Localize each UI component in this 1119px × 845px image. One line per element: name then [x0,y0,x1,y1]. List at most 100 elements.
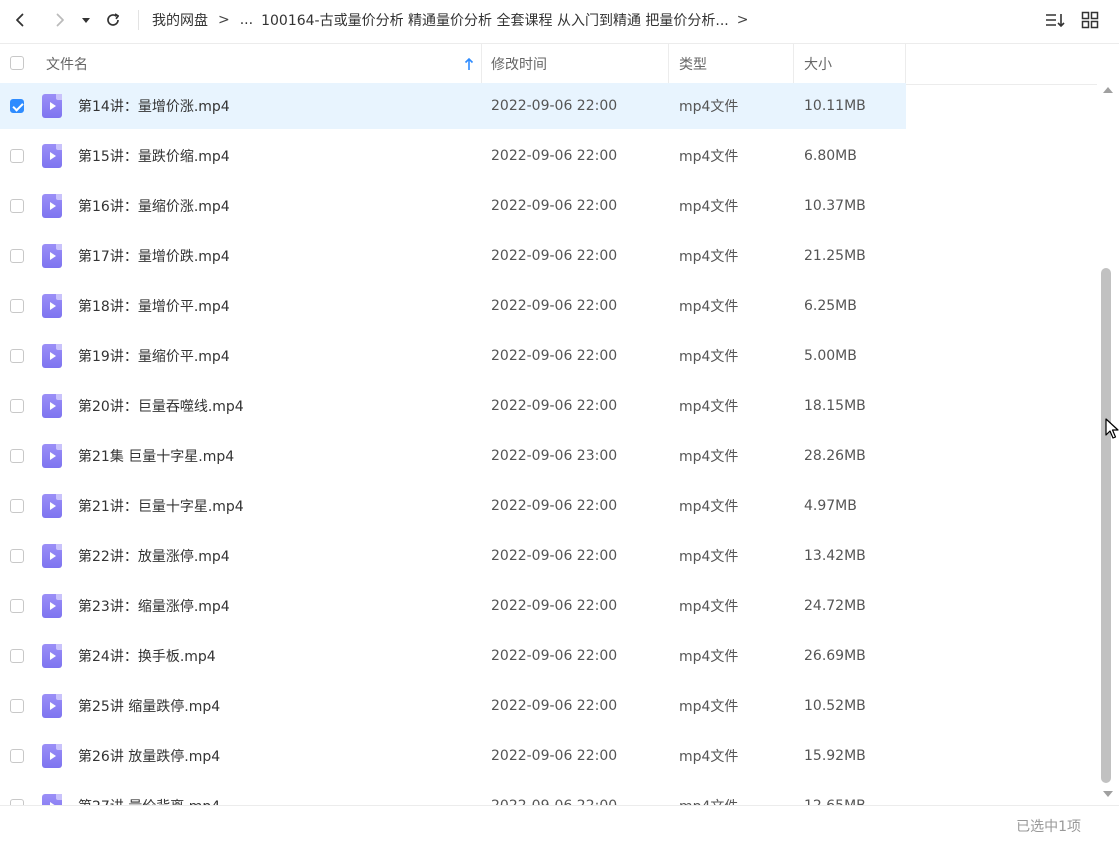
column-header-type-label: 类型 [679,57,707,73]
column-header-type[interactable]: 类型 [679,44,707,84]
file-row[interactable]: 第21集 巨量十字星.mp4 2022-09-06 23:00 mp4文件 28.26… [0,433,906,479]
file-row-checkbox[interactable] [10,549,24,563]
file-row[interactable]: 第20讲：巨量吞噬线.mp4 2022-09-06 22:00 mp4文件 18.15… [0,383,906,429]
column-divider[interactable] [793,44,794,84]
sort-button[interactable] [1044,9,1066,31]
file-row[interactable]: 第22讲：放量涨停.mp4 2022-09-06 22:00 mp4文件 13.42M… [0,533,906,579]
file-name[interactable]: 第27讲 量价背离.mp4 [78,783,220,805]
column-header-name[interactable]: 文件名 [46,44,476,84]
file-name[interactable]: 第26讲 放量跌停.mp4 [78,733,220,779]
file-row[interactable]: 第26讲 放量跌停.mp4 2022-09-06 22:00 mp4文件 15.92M… [0,733,906,779]
file-modified-time: 2022-09-06 22:00 [491,398,618,414]
file-size: 28.26MB [804,448,866,464]
column-divider[interactable] [668,44,669,84]
file-row-checkbox[interactable] [10,399,24,413]
file-modified-time: 2022-09-06 22:00 [491,298,618,314]
file-row-checkbox[interactable] [10,199,24,213]
file-name[interactable]: 第20讲：巨量吞噬线.mp4 [78,383,244,429]
file-row[interactable]: 第23讲：缩量涨停.mp4 2022-09-06 22:00 mp4文件 24.72M… [0,583,906,629]
file-row-checkbox[interactable] [10,599,24,613]
file-row-checkbox[interactable] [10,349,24,363]
file-row-checkbox[interactable] [10,299,24,313]
file-row-checkbox[interactable] [10,149,24,163]
file-row-checkbox[interactable] [10,499,24,513]
file-row-checkbox[interactable] [10,749,24,763]
back-button[interactable] [8,8,32,32]
column-divider[interactable] [905,44,906,84]
column-header-time[interactable]: 修改时间 [491,44,547,84]
select-all-checkbox[interactable] [10,56,24,70]
file-size: 4.97MB [804,498,857,514]
column-header-size[interactable]: 大小 [804,44,832,84]
mouse-cursor-icon [1105,418,1119,439]
file-name[interactable]: 第21集 巨量十字星.mp4 [78,433,234,479]
video-file-icon [42,194,62,218]
file-row[interactable]: 第15讲：量跌价缩.mp4 2022-09-06 22:00 mp4文件 6.80MB [0,133,906,179]
file-row-checkbox[interactable] [10,99,24,113]
file-size: 13.42MB [804,548,866,564]
file-type: mp4文件 [679,99,739,115]
file-row-checkbox[interactable] [10,699,24,713]
file-type: mp4文件 [679,549,739,565]
column-header-time-label: 修改时间 [491,57,547,73]
video-file-icon [42,344,62,368]
video-file-icon [42,594,62,618]
file-type: mp4文件 [679,149,739,165]
history-dropdown-button[interactable] [76,8,96,32]
file-row[interactable]: 第14讲：量增价涨.mp4 2022-09-06 22:00 mp4文件 10.11M… [0,83,906,129]
file-type: mp4文件 [679,399,739,415]
column-divider[interactable] [481,44,482,84]
file-type: mp4文件 [679,699,739,715]
column-header-name-label: 文件名 [46,57,88,73]
file-size: 6.80MB [804,148,857,164]
refresh-icon [107,13,120,26]
top-navigation-bar: 我的网盘 > ... 100164-古或量价分析 精通量价分析 全套课程 从入门… [0,0,1119,40]
file-name[interactable]: 第17讲：量增价跌.mp4 [78,233,230,279]
file-type: mp4文件 [679,783,738,805]
scroll-up-arrow-icon[interactable] [1103,87,1113,93]
file-size: 10.52MB [804,698,866,714]
forward-button[interactable] [48,8,72,32]
file-size: 12.65MB [804,783,866,805]
scrollbar-thumb[interactable] [1101,268,1111,783]
grid-view-button[interactable] [1079,9,1101,31]
file-name[interactable]: 第14讲：量增价涨.mp4 [78,83,230,129]
file-name[interactable]: 第19讲：量缩价平.mp4 [78,333,230,379]
file-modified-time: 2022-09-06 22:00 [491,98,618,114]
file-row-checkbox[interactable] [10,249,24,263]
file-row[interactable]: 第16讲：量缩价涨.mp4 2022-09-06 22:00 mp4文件 10.37M… [0,183,906,229]
file-name[interactable]: 第25讲 缩量跌停.mp4 [78,683,220,729]
breadcrumb-ellipsis[interactable]: ... [240,12,253,28]
file-name[interactable]: 第21讲：巨量十字星.mp4 [78,483,244,529]
file-row[interactable]: 第17讲：量增价跌.mp4 2022-09-06 22:00 mp4文件 21.25M… [0,233,906,279]
file-row[interactable]: 第24讲：换手板.mp4 2022-09-06 22:00 mp4文件 26.69MB [0,633,906,679]
file-row[interactable]: 第19讲：量缩价平.mp4 2022-09-06 22:00 mp4文件 5.00MB [0,333,906,379]
file-name[interactable]: 第15讲：量跌价缩.mp4 [78,133,230,179]
vertical-scrollbar[interactable] [1097,83,1119,805]
file-row[interactable]: 第27讲 量价背离.mp4 2022-09-06 22:00 mp4文件 12.65M… [0,783,906,805]
chevron-right-icon [56,13,64,27]
file-row[interactable]: 第18讲：量增价平.mp4 2022-09-06 22:00 mp4文件 6.25MB [0,283,906,329]
file-name[interactable]: 第16讲：量缩价涨.mp4 [78,183,230,229]
sort-list-icon [1046,14,1065,28]
file-type: mp4文件 [679,299,739,315]
file-modified-time: 2022-09-06 22:00 [491,148,618,164]
file-name[interactable]: 第18讲：量增价平.mp4 [78,283,230,329]
column-header-size-label: 大小 [804,57,832,73]
breadcrumb-current-folder[interactable]: 100164-古或量价分析 精通量价分析 全套课程 从入门到精通 把量价分析..… [261,10,729,30]
file-size: 15.92MB [804,748,866,764]
file-modified-time: 2022-09-06 22:00 [491,783,617,805]
file-row-checkbox[interactable] [10,449,24,463]
file-row-checkbox[interactable] [10,649,24,663]
file-name[interactable]: 第24讲：换手板.mp4 [78,633,216,679]
file-name[interactable]: 第22讲：放量涨停.mp4 [78,533,230,579]
video-file-icon [42,694,62,718]
breadcrumb-root[interactable]: 我的网盘 [152,10,208,30]
video-file-icon [42,744,62,768]
scroll-down-arrow-icon[interactable] [1103,791,1113,797]
file-name[interactable]: 第23讲：缩量涨停.mp4 [78,583,230,629]
file-row[interactable]: 第21讲：巨量十字星.mp4 2022-09-06 22:00 mp4文件 4.97M… [0,483,906,529]
file-row[interactable]: 第25讲 缩量跌停.mp4 2022-09-06 22:00 mp4文件 10.52M… [0,683,906,729]
video-file-icon [42,444,62,468]
refresh-button[interactable] [101,8,125,32]
